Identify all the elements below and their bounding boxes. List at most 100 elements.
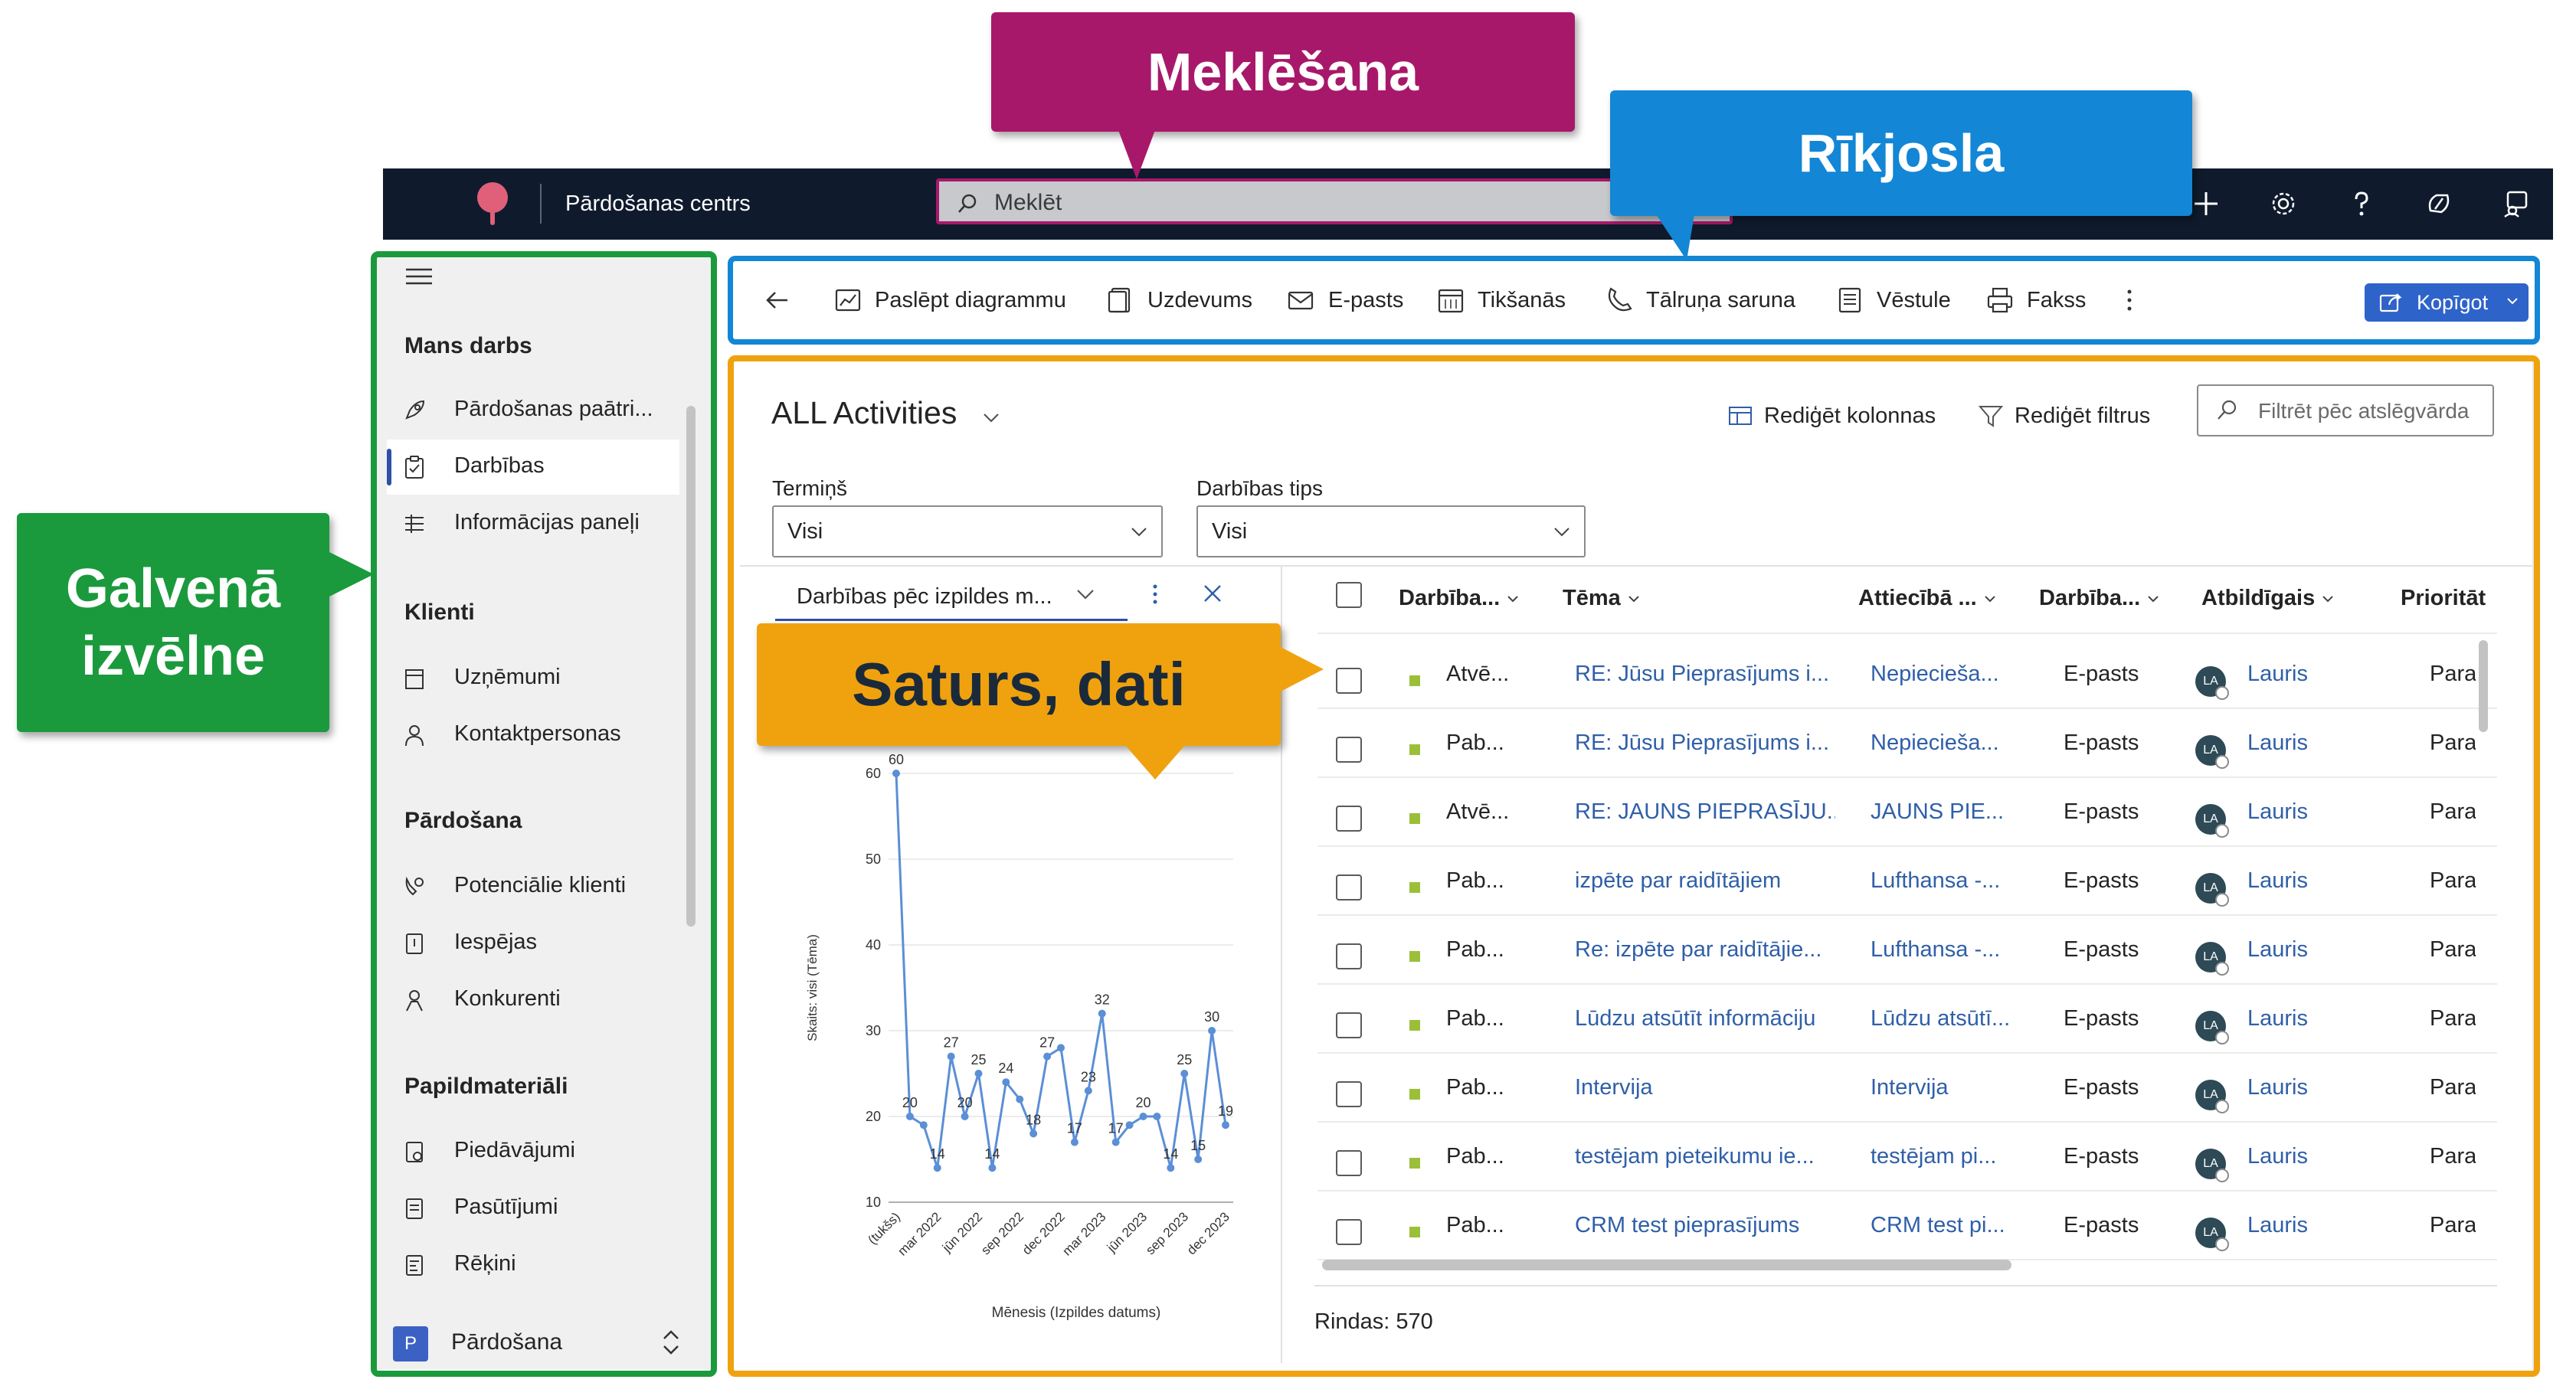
column-header-priority[interactable]: Prioritāt — [2401, 586, 2486, 611]
owner-link[interactable]: Lauris — [2247, 1075, 2362, 1100]
view-title[interactable]: ALL Activities — [771, 395, 957, 431]
sidebar-item-quotes[interactable]: Piedāvājumi — [387, 1124, 679, 1179]
chart-point[interactable] — [1070, 1138, 1079, 1146]
row-checkbox[interactable] — [1336, 874, 1362, 901]
owner-link[interactable]: Lauris — [2247, 662, 2362, 687]
subject-link[interactable]: Lūdzu atsūtīt informāciju — [1575, 1006, 1835, 1031]
grid-vertical-scrollbar[interactable] — [2479, 640, 2488, 732]
column-header-owner[interactable]: Atbildīgais — [2201, 586, 2335, 611]
subject-link[interactable]: testējam pieteikumu ie... — [1575, 1144, 1835, 1169]
row-checkbox[interactable] — [1336, 1081, 1362, 1107]
more-commands-button[interactable] — [2122, 276, 2137, 325]
chart-point[interactable] — [1002, 1078, 1010, 1087]
edit-filters-button[interactable]: Rediģēt filtrus — [1978, 395, 2150, 436]
chart-point[interactable] — [1043, 1052, 1052, 1061]
regarding-link[interactable]: Intervija — [1871, 1075, 2016, 1100]
owner-link[interactable]: Lauris — [2247, 937, 2362, 963]
row-checkbox[interactable] — [1336, 943, 1362, 969]
subject-link[interactable]: RE: Jūsu Pieprasījums i... — [1575, 731, 1835, 756]
regarding-link[interactable]: CRM test pi... — [1871, 1213, 2016, 1238]
chart-point[interactable] — [905, 1113, 914, 1120]
chart-point[interactable] — [933, 1164, 941, 1172]
settings-gear-icon[interactable] — [2262, 182, 2305, 225]
view-selector-chevron-icon[interactable] — [981, 407, 1001, 427]
chart-selector-chevron-icon[interactable] — [1074, 582, 1097, 605]
new-phone-call-button[interactable]: Tālruņa saruna — [1605, 276, 1795, 325]
edit-columns-button[interactable]: Rediģēt kolonnas — [1727, 395, 1936, 436]
owner-link[interactable]: Lauris — [2247, 731, 2362, 756]
chart-point[interactable] — [1208, 1027, 1216, 1035]
help-icon[interactable] — [2340, 182, 2383, 225]
row-checkbox[interactable] — [1336, 1219, 1362, 1245]
regarding-link[interactable]: Lufthansa -... — [1871, 868, 2016, 894]
back-button[interactable] — [763, 276, 792, 325]
chart-point[interactable] — [988, 1164, 997, 1172]
sidebar-item-activities[interactable]: Darbības — [387, 440, 679, 495]
sidebar-item-invoices[interactable]: Rēķini — [387, 1237, 679, 1293]
chart-point[interactable] — [1098, 1009, 1106, 1018]
sidebar-scrollbar[interactable] — [686, 406, 696, 927]
owner-link[interactable]: Lauris — [2247, 1144, 2362, 1169]
chart-point[interactable] — [1016, 1095, 1024, 1103]
assistant-person-icon[interactable] — [2495, 182, 2538, 225]
app-title[interactable]: Pārdošanas centrs — [565, 186, 751, 221]
chart-point[interactable] — [892, 770, 900, 777]
sidebar-item-leads[interactable]: Potenciālie klienti — [387, 859, 679, 914]
sidebar-item-orders[interactable]: Pasūtījumi — [387, 1181, 679, 1236]
chart-point[interactable] — [961, 1113, 969, 1120]
chart-point[interactable] — [1153, 1113, 1161, 1120]
regarding-link[interactable]: Lūdzu atsūtī... — [1871, 1006, 2016, 1031]
row-checkbox[interactable] — [1336, 737, 1362, 763]
keyword-filter-input[interactable]: Filtrēt pēc atslēgvārda — [2197, 384, 2494, 436]
subject-link[interactable]: RE: Jūsu Pieprasījums i... — [1575, 662, 1835, 687]
chart-point[interactable] — [1222, 1121, 1229, 1129]
copilot-icon[interactable] — [2417, 182, 2460, 225]
chart-point[interactable] — [919, 1121, 928, 1129]
sidebar-item-opportunities[interactable]: Iespējas — [387, 916, 679, 971]
regarding-link[interactable]: JAUNS PIE... — [1871, 799, 2016, 825]
share-button[interactable]: Kopīgot — [2365, 283, 2529, 322]
select-all-checkbox[interactable] — [1336, 582, 1362, 608]
app-logo-icon[interactable] — [472, 181, 513, 228]
row-checkbox[interactable] — [1336, 806, 1362, 832]
regarding-link[interactable]: Nepieciešа... — [1871, 662, 2016, 687]
chart-point[interactable] — [1029, 1129, 1038, 1138]
hide-chart-button[interactable]: Paslēpt diagrammu — [833, 276, 1066, 325]
due-filter-select[interactable]: Visi — [772, 505, 1163, 557]
row-checkbox[interactable] — [1336, 1150, 1362, 1176]
chart-point[interactable] — [1139, 1113, 1147, 1120]
chart-point[interactable] — [1111, 1138, 1120, 1146]
chart-point[interactable] — [1180, 1070, 1189, 1077]
close-chart-icon[interactable] — [1201, 582, 1224, 605]
column-header-subject[interactable]: Tēma — [1563, 586, 1641, 611]
chart-point[interactable] — [1084, 1087, 1092, 1095]
row-checkbox[interactable] — [1336, 668, 1362, 694]
subject-link[interactable]: RE: JAUNS PIEPRASĪJU... — [1575, 799, 1835, 825]
column-header-activity-status[interactable]: Darbība... — [1399, 586, 1520, 611]
chart-point[interactable] — [1057, 1044, 1065, 1052]
row-checkbox[interactable] — [1336, 1012, 1362, 1038]
chart-point[interactable] — [1167, 1164, 1175, 1172]
sidebar-item-competitors[interactable]: Konkurenti — [387, 972, 679, 1028]
new-email-button[interactable]: E-pasts — [1287, 276, 1403, 325]
subject-link[interactable]: Re: izpēte par raidītājie... — [1575, 937, 1835, 963]
subject-link[interactable]: Intervija — [1575, 1075, 1835, 1100]
sidebar-item-sales-accelerator[interactable]: Pārdošanas paātri... — [387, 383, 679, 438]
column-header-activity-type[interactable]: Darbība... — [2039, 586, 2160, 611]
activity-type-filter-select[interactable]: Visi — [1196, 505, 1586, 557]
chart-more-icon[interactable] — [1149, 582, 1161, 608]
regarding-link[interactable]: Lufthansa -... — [1871, 937, 2016, 963]
grid-horizontal-scrollbar[interactable] — [1322, 1260, 2011, 1270]
new-letter-button[interactable]: Vēstule — [1835, 276, 1951, 325]
new-task-button[interactable]: Uzdevums — [1106, 276, 1252, 325]
sidebar-item-accounts[interactable]: Uzņēmumi — [387, 651, 679, 706]
new-appointment-button[interactable]: Tikšanās — [1436, 276, 1566, 325]
area-switcher[interactable]: P Pārdošana — [387, 1325, 692, 1369]
sidebar-item-contacts[interactable]: Kontaktpersonas — [387, 708, 679, 763]
subject-link[interactable]: CRM test pieprasījums — [1575, 1213, 1835, 1238]
subject-link[interactable]: izpēte par raidītājiem — [1575, 868, 1835, 894]
hamburger-menu-icon[interactable] — [404, 265, 434, 288]
chart-point[interactable] — [974, 1070, 983, 1077]
regarding-link[interactable]: testējam pi... — [1871, 1144, 2016, 1169]
regarding-link[interactable]: Nepieciešа... — [1871, 731, 2016, 756]
